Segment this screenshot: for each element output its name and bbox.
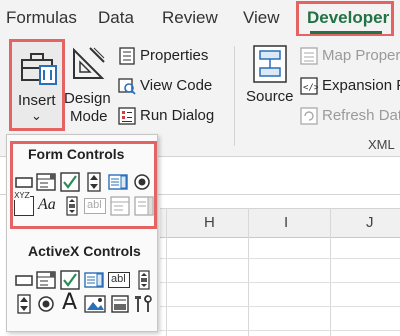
form-combo-box-icon[interactable]	[36, 172, 56, 192]
refresh-data-icon	[300, 107, 318, 125]
insert-button[interactable]: Insert ⌄	[9, 39, 65, 131]
active-tab-underline	[310, 31, 382, 34]
run-dialog-button[interactable]: Run Dialog	[118, 106, 218, 128]
activex-image-icon[interactable]	[84, 294, 106, 314]
grid-line	[330, 208, 331, 336]
grid-line	[160, 258, 400, 259]
properties-button[interactable]: Properties	[118, 46, 218, 68]
activex-text-box-label: abl	[111, 273, 126, 285]
grid-line	[160, 282, 400, 283]
form-spin-button-icon[interactable]	[84, 172, 104, 192]
form-list-box-icon[interactable]	[108, 172, 128, 192]
run-dialog-label: Run Dialog	[140, 107, 215, 124]
source-icon	[253, 45, 287, 83]
activex-controls-title: ActiveX Controls	[28, 243, 141, 259]
form-option-button-icon[interactable]	[132, 172, 152, 192]
activex-label-icon[interactable]: A	[62, 290, 82, 315]
activex-text-box-icon[interactable]: abl	[108, 272, 130, 288]
tab-formulas[interactable]: Formulas	[6, 8, 77, 28]
map-properties-icon	[300, 47, 318, 65]
activex-spin-button-icon[interactable]	[14, 294, 34, 314]
expansion-packs-label: Expansion P	[322, 77, 400, 94]
refresh-data-label: Refresh Dat	[322, 107, 400, 124]
tab-developer[interactable]: Developer	[307, 8, 389, 28]
design-mode-icon	[73, 47, 105, 79]
toolbox-icon	[21, 53, 57, 85]
grid-line	[160, 306, 400, 307]
activex-checkbox-icon[interactable]	[60, 270, 80, 290]
activex-list-box-icon[interactable]	[84, 270, 104, 290]
ribbon-tabs: Formulas Data Review View Developer	[0, 0, 400, 37]
form-combo-list-icon-disabled	[110, 196, 130, 216]
column-header-row: H I J	[160, 208, 400, 238]
column-header-h[interactable]: H	[204, 214, 215, 231]
form-combo-dropdown-icon-disabled	[134, 196, 154, 216]
form-text-field-icon-disabled: abl	[84, 198, 106, 214]
text-field-label: abl	[87, 199, 102, 211]
expansion-packs-button[interactable]: </> Expansion P	[300, 76, 400, 98]
form-label-icon[interactable]: Aa	[38, 196, 58, 216]
activex-scroll-bar-icon[interactable]	[134, 270, 154, 290]
more-controls-icon[interactable]	[134, 294, 154, 314]
tab-view[interactable]: View	[243, 8, 280, 28]
form-controls-title: Form Controls	[28, 146, 125, 162]
activex-command-button-icon[interactable]	[14, 270, 34, 290]
form-scroll-bar-icon[interactable]	[62, 196, 82, 216]
xml-group-label: XML	[368, 137, 395, 152]
source-button[interactable]: Source	[244, 44, 296, 114]
map-properties-label: Map Proper	[322, 47, 400, 64]
column-header-i[interactable]: I	[284, 214, 288, 231]
column-header-j[interactable]: J	[366, 214, 374, 231]
activex-combo-box-icon[interactable]	[36, 270, 56, 290]
view-code-button[interactable]: View Code	[118, 76, 218, 98]
run-dialog-icon	[118, 107, 136, 125]
insert-label: Insert	[18, 92, 56, 109]
svg-text:</>: </>	[303, 83, 318, 93]
ribbon-group-separator	[234, 46, 235, 146]
source-label: Source	[246, 88, 294, 105]
form-group-box-icon[interactable]: XYZ	[14, 191, 34, 216]
grid-line	[166, 208, 167, 336]
properties-label: Properties	[140, 47, 209, 64]
form-checkbox-icon[interactable]	[60, 172, 80, 192]
tab-review[interactable]: Review	[162, 8, 218, 28]
design-mode-label-line2: Mode	[70, 108, 108, 125]
group-box-label: XYZ	[14, 191, 30, 200]
chevron-down-icon: ⌄	[31, 108, 42, 123]
activex-option-button-icon[interactable]	[36, 294, 56, 314]
map-properties-button[interactable]: Map Proper	[300, 46, 400, 68]
view-code-icon	[118, 78, 136, 95]
expansion-packs-icon: </>	[300, 77, 318, 95]
refresh-data-button[interactable]: Refresh Dat	[300, 106, 400, 128]
tab-data[interactable]: Data	[98, 8, 134, 28]
view-code-label: View Code	[140, 77, 213, 94]
grid-line	[160, 330, 400, 331]
design-mode-button[interactable]: Design Mode	[64, 42, 114, 126]
grid-line	[248, 208, 249, 336]
properties-icon	[119, 47, 135, 65]
activex-toggle-button-icon[interactable]	[110, 294, 130, 314]
design-mode-label-line1: Design	[64, 90, 111, 107]
form-button-icon[interactable]	[14, 172, 34, 192]
